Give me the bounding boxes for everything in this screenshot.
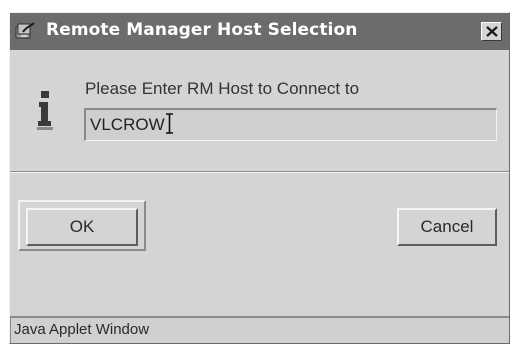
dialog-window: Remote Manager Host Selection Please Ent… bbox=[9, 12, 510, 344]
info-icon bbox=[36, 91, 54, 131]
host-input-value[interactable]: VLCROW bbox=[90, 115, 165, 134]
prompt-label: Please Enter RM Host to Connect to bbox=[85, 79, 360, 98]
close-icon bbox=[486, 26, 498, 37]
ok-button[interactable]: OK bbox=[26, 208, 138, 246]
window-title: Remote Manager Host Selection bbox=[46, 20, 358, 40]
close-button[interactable] bbox=[481, 22, 502, 41]
java-applet-icon[interactable] bbox=[14, 21, 36, 41]
status-bar: Java Applet Window bbox=[10, 316, 509, 343]
title-bar[interactable]: Remote Manager Host Selection bbox=[10, 13, 509, 50]
host-input[interactable]: VLCROW bbox=[84, 108, 497, 141]
cancel-button[interactable]: Cancel bbox=[397, 208, 497, 246]
separator bbox=[10, 171, 509, 173]
text-cursor-icon bbox=[165, 113, 173, 134]
